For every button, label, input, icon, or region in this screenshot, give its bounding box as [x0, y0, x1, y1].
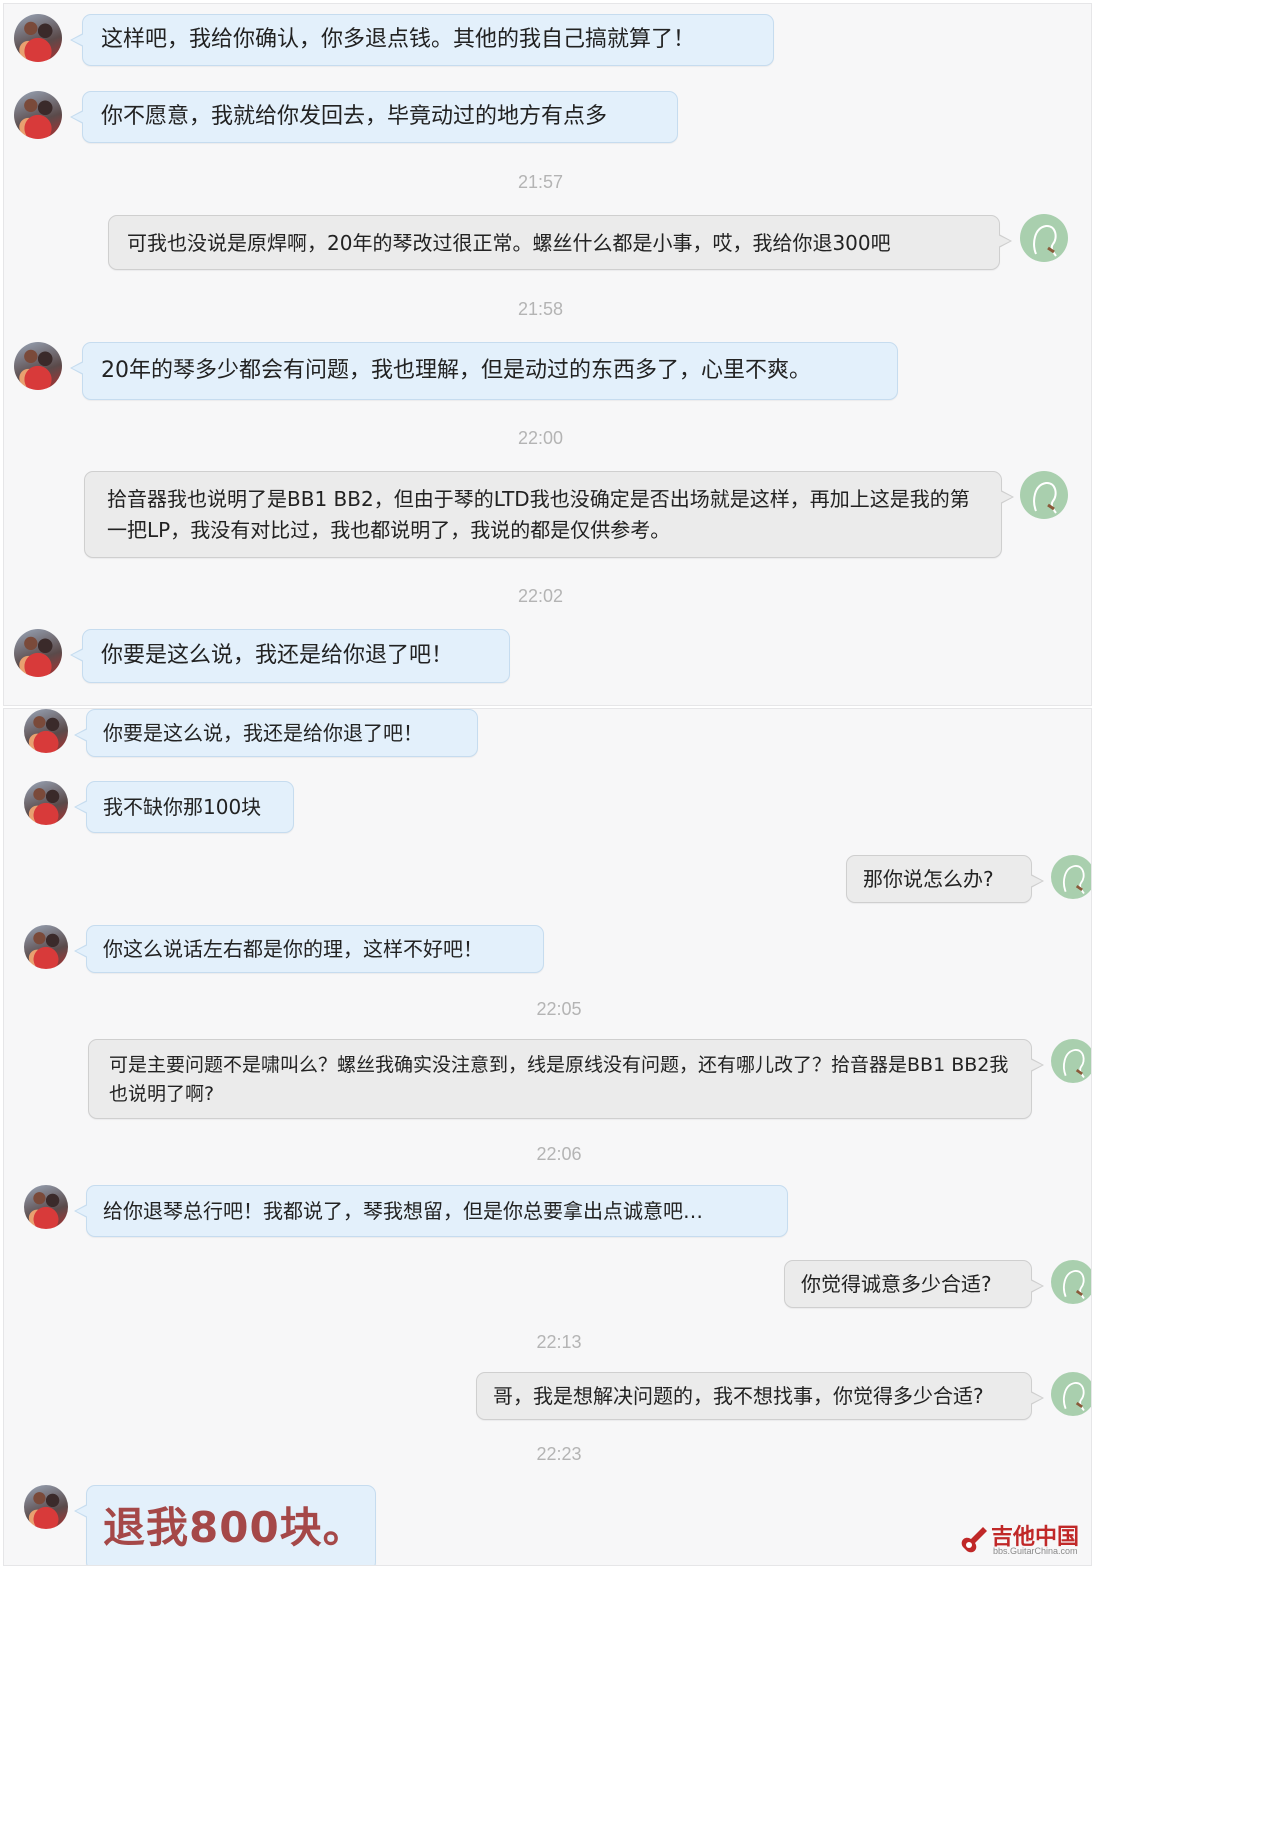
- message-bubble-incoming: 这样吧，我给你确认，你多退点钱。其他的我自己搞就算了！: [70, 14, 774, 66]
- chat-screenshot-top: 这样吧，我给你确认，你多退点钱。其他的我自己搞就算了！ 你不愿意，我就给你发回去…: [3, 3, 1092, 706]
- user-avatar[interactable]: [1020, 471, 1068, 519]
- message-bubble-incoming: 退我800块。: [74, 1485, 376, 1565]
- message-bubble-outgoing: 拾音器我也说明了是BB1 BB2，但由于琴的LTD我也没确定是否出场就是这样，再…: [84, 471, 1014, 558]
- default-avatar-icon: [1063, 1270, 1085, 1300]
- user-avatar[interactable]: [1051, 1039, 1091, 1083]
- message-text: 你觉得诚意多少合适?: [801, 1272, 992, 1296]
- site-watermark: 吉他中国 bbs.GuitarChina.com: [957, 1519, 1087, 1559]
- message-bubble-outgoing: 你觉得诚意多少合适?: [784, 1260, 1044, 1308]
- user-avatar[interactable]: [1051, 1260, 1091, 1304]
- message-bubble-outgoing: 那你说怎么办?: [846, 855, 1044, 903]
- contact-avatar[interactable]: [14, 629, 62, 677]
- message-bubble-outgoing: 哥，我是想解决问题的，我不想找事，你觉得多少合适?: [476, 1372, 1044, 1420]
- user-avatar[interactable]: [1051, 1372, 1091, 1416]
- timestamp: 22:00: [517, 428, 564, 448]
- message-text: 那你说怎么办?: [863, 867, 994, 891]
- message-bubble-incoming: 我不缺你那100块: [74, 781, 294, 833]
- contact-avatar[interactable]: [24, 709, 68, 753]
- message-text: 可是主要问题不是啸叫么？螺丝我确实没注意到，线是原线没有问题，还有哪儿改了？拾音…: [109, 1054, 1009, 1105]
- contact-avatar[interactable]: [24, 1485, 68, 1529]
- message-text: 你要是这么说，我还是给你退了吧！: [103, 721, 423, 745]
- default-avatar-icon: [1033, 481, 1057, 514]
- default-avatar-icon: [1063, 1382, 1085, 1412]
- contact-avatar[interactable]: [24, 925, 68, 969]
- timestamp: 22:13: [536, 1332, 582, 1352]
- message-bubble-incoming: 给你退琴总行吧！我都说了，琴我想留，但是你总要拿出点诚意吧…: [74, 1185, 788, 1237]
- message-text: 哥，我是想解决问题的，我不想找事，你觉得多少合适?: [493, 1384, 984, 1408]
- message-text: 你要是这么说，我还是给你退了吧！: [101, 642, 454, 668]
- timestamp: 21:57: [517, 172, 564, 192]
- watermark-url: bbs.GuitarChina.com: [993, 1546, 1078, 1556]
- timestamp: 21:58: [517, 299, 564, 319]
- contact-avatar[interactable]: [14, 14, 62, 62]
- default-avatar-icon: [1033, 224, 1057, 257]
- timestamp: 22:02: [517, 586, 564, 606]
- contact-avatar[interactable]: [14, 342, 62, 390]
- message-bubble-incoming: 你这么说话左右都是你的理，这样不好吧！: [74, 925, 544, 973]
- message-text: 20年的琴多少都会有问题，我也理解，但是动过的东西多了，心里不爽。: [101, 357, 811, 383]
- user-avatar[interactable]: [1051, 855, 1091, 899]
- message-text: 可我也没说是原焊啊，20年的琴改过很正常。螺丝什么都是小事，哎，我给你退300吧: [127, 230, 891, 255]
- timestamp: 22:06: [536, 1144, 582, 1164]
- message-bubble-incoming: 你不愿意，我就给你发回去，毕竟动过的地方有点多: [70, 91, 678, 143]
- message-text: 我不缺你那100块: [103, 795, 262, 819]
- message-text: 你这么说话左右都是你的理，这样不好吧！: [103, 937, 483, 961]
- message-text: 拾音器我也说明了是BB1 BB2，但由于琴的LTD我也没确定是否出场就是这样，再…: [107, 487, 970, 542]
- contact-avatar[interactable]: [14, 91, 62, 139]
- default-avatar-icon: [1063, 865, 1085, 895]
- user-avatar[interactable]: [1020, 214, 1068, 262]
- message-text: 你不愿意，我就给你发回去，毕竟动过的地方有点多: [101, 103, 608, 129]
- timestamp: 22:23: [536, 1444, 582, 1464]
- message-text-emphasis: 退我800块。: [103, 1502, 366, 1552]
- timestamp: 22:05: [536, 999, 582, 1019]
- chat-screenshot-bottom: 你要是这么说，我还是给你退了吧！ 我不缺你那100块 那你说怎么办? 你这么说话…: [3, 708, 1092, 1566]
- message-bubble-incoming: 你要是这么说，我还是给你退了吧！: [74, 709, 478, 757]
- message-bubble-incoming: 你要是这么说，我还是给你退了吧！: [70, 629, 510, 683]
- guitar-logo-icon: [961, 1527, 987, 1553]
- message-bubble-incoming: 20年的琴多少都会有问题，我也理解，但是动过的东西多了，心里不爽。: [70, 342, 898, 400]
- message-text: 给你退琴总行吧！我都说了，琴我想留，但是你总要拿出点诚意吧…: [103, 1199, 703, 1223]
- default-avatar-icon: [1063, 1049, 1085, 1079]
- message-bubble-outgoing: 可我也没说是原焊啊，20年的琴改过很正常。螺丝什么都是小事，哎，我给你退300吧: [108, 215, 1012, 270]
- contact-avatar[interactable]: [24, 1185, 68, 1229]
- message-bubble-outgoing: 可是主要问题不是啸叫么？螺丝我确实没注意到，线是原线没有问题，还有哪儿改了？拾音…: [88, 1039, 1044, 1119]
- message-text: 这样吧，我给你确认，你多退点钱。其他的我自己搞就算了！: [101, 26, 696, 52]
- contact-avatar[interactable]: [24, 781, 68, 825]
